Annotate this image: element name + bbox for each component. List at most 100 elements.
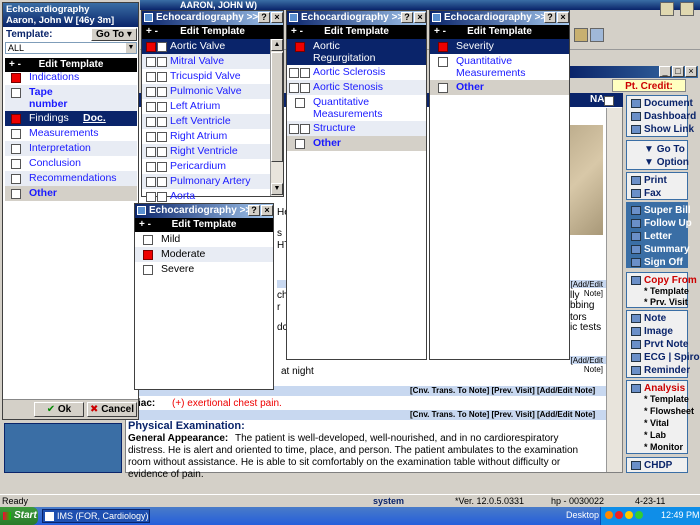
item-checkbox[interactable] <box>295 98 305 108</box>
list-item-conclusion[interactable]: Conclusion <box>5 156 137 171</box>
item-checkbox[interactable] <box>438 42 448 52</box>
close-button[interactable]: × <box>261 205 273 216</box>
item-checkbox[interactable] <box>157 72 167 82</box>
item-checkbox[interactable] <box>11 189 21 199</box>
sidebar-option[interactable]: ▼ Option <box>630 156 689 169</box>
add-edit-note-link[interactable]: [Add/Edit Note] <box>570 356 606 374</box>
item-checkbox[interactable] <box>146 132 156 142</box>
help-button[interactable]: ? <box>544 12 556 23</box>
sidebar-document[interactable]: Document <box>630 97 693 110</box>
sidebar-reminder[interactable]: Reminder <box>630 364 690 377</box>
doc-link[interactable]: Doc. <box>83 111 106 126</box>
taskbar-app-button[interactable]: IMS (FOR, Cardiology)... <box>42 509 150 523</box>
item-checkbox[interactable] <box>157 162 167 172</box>
item-checkbox[interactable] <box>289 124 299 134</box>
scroll-thumb[interactable] <box>271 52 283 162</box>
note-bar-links[interactable]: [Cnv. Trans. To Note] [Prev. Visit] [Add… <box>410 410 595 419</box>
sidebar-letter[interactable]: Letter <box>630 230 684 243</box>
item-checkbox[interactable] <box>157 192 167 202</box>
echo-window-2-scrollbar[interactable]: ▲ ▼ <box>270 39 283 196</box>
item-checkbox[interactable] <box>11 129 21 139</box>
item-checkbox[interactable] <box>11 114 21 124</box>
item-checkbox[interactable] <box>157 132 167 142</box>
close-button[interactable]: × <box>557 12 569 23</box>
item-checkbox[interactable] <box>146 102 156 112</box>
item-checkbox[interactable] <box>146 177 156 187</box>
item-checkbox[interactable] <box>11 88 21 98</box>
sidebar-sign-off[interactable]: Sign Off <box>630 256 684 269</box>
list-item-severe[interactable]: Severe <box>135 262 273 277</box>
sidebar-note[interactable]: Note <box>630 312 684 325</box>
cancel-button[interactable]: ✖ Cancel <box>87 402 137 417</box>
item-checkbox[interactable] <box>157 147 167 157</box>
maximize-button[interactable]: □ <box>672 66 684 77</box>
start-button[interactable]: Start <box>0 507 38 525</box>
help-button[interactable]: ? <box>258 12 270 23</box>
minimize-button[interactable]: _ <box>659 66 671 77</box>
list-item-other[interactable]: Other <box>430 80 569 95</box>
sidebar-follow-up[interactable]: Follow Up <box>630 217 692 230</box>
list-item-right-atrium[interactable]: Right Atrium <box>142 129 270 144</box>
item-checkbox[interactable] <box>146 192 156 202</box>
toolbar-icon[interactable] <box>574 28 588 42</box>
add-edit-note-link[interactable]: [Add/Edit Note] <box>570 280 606 298</box>
list-item-other[interactable]: Other <box>5 186 137 201</box>
list-item-tape-number[interactable]: Tape number <box>5 85 137 111</box>
sidebar-ecg-spiro[interactable]: ECG | Spiro <box>630 351 700 364</box>
item-checkbox[interactable] <box>146 42 156 52</box>
item-checkbox[interactable] <box>438 83 448 93</box>
list-item-findings[interactable]: Findings Doc. <box>5 111 137 126</box>
item-checkbox[interactable] <box>295 139 305 149</box>
goto-button[interactable]: Go To ▾ <box>91 28 137 41</box>
list-item-quantitative-measurements[interactable]: Quantitative Measurements <box>287 95 426 121</box>
item-checkbox[interactable] <box>157 117 167 127</box>
template-filter-select[interactable]: ALL ▼ <box>5 42 137 54</box>
item-checkbox[interactable] <box>289 83 299 93</box>
sidebar-copy-prv-visit[interactable]: * Prv. Visit <box>630 296 688 309</box>
tray-icon[interactable] <box>625 511 633 519</box>
item-checkbox[interactable] <box>146 57 156 67</box>
note-scrollbar[interactable] <box>606 108 622 472</box>
item-checkbox[interactable] <box>143 250 153 260</box>
item-checkbox[interactable] <box>295 42 305 52</box>
sidebar-analysis-monitor[interactable]: * Monitor <box>630 441 684 454</box>
scroll-up-icon[interactable]: ▲ <box>271 39 283 51</box>
sidebar-go-to[interactable]: ▼ Go To <box>630 143 685 156</box>
toolbar-icon[interactable] <box>590 28 604 42</box>
list-item-recommendations[interactable]: Recommendations <box>5 171 137 186</box>
sidebar-super-bill[interactable]: Super Bill <box>630 204 691 217</box>
item-checkbox[interactable] <box>146 147 156 157</box>
list-item-mitral-valve[interactable]: Mitral Valve <box>142 54 270 69</box>
list-item-interpretation[interactable]: Interpretation <box>5 141 137 156</box>
list-item-left-ventricle[interactable]: Left Ventricle <box>142 114 270 129</box>
list-item-aortic-stenosis[interactable]: Aortic Stenosis <box>287 80 426 95</box>
sidebar-image[interactable]: Image <box>630 325 684 338</box>
list-item-mild[interactable]: Mild <box>135 232 273 247</box>
list-item-other[interactable]: Other <box>287 136 426 151</box>
list-item-tricuspid-valve[interactable]: Tricuspid Valve <box>142 69 270 84</box>
item-checkbox[interactable] <box>146 87 156 97</box>
item-checkbox[interactable] <box>146 117 156 127</box>
sidebar-chdp[interactable]: CHDP <box>630 459 684 472</box>
list-item-pulmonary-artery[interactable]: Pulmonary Artery <box>142 174 270 189</box>
toolbar-icon[interactable] <box>680 2 694 16</box>
item-checkbox[interactable] <box>11 159 21 169</box>
sidebar-prvt-note[interactable]: Prvt Note <box>630 338 688 351</box>
item-checkbox[interactable] <box>146 162 156 172</box>
item-checkbox[interactable] <box>438 57 448 67</box>
item-checkbox[interactable] <box>157 177 167 187</box>
tray-icon[interactable] <box>635 511 643 519</box>
list-item-aortic-regurgitation[interactable]: Aortic Regurgitation <box>287 39 426 65</box>
item-checkbox[interactable] <box>157 87 167 97</box>
list-item-measurements[interactable]: Measurements <box>5 126 137 141</box>
na-checkbox[interactable] <box>604 96 614 106</box>
item-checkbox[interactable] <box>300 68 310 78</box>
item-checkbox[interactable] <box>300 83 310 93</box>
help-button[interactable]: ? <box>401 12 413 23</box>
list-item-pulmonic-valve[interactable]: Pulmonic Valve <box>142 84 270 99</box>
item-checkbox[interactable] <box>11 73 21 83</box>
list-item-severity[interactable]: Severity <box>430 39 569 54</box>
sidebar-summary[interactable]: Summary <box>630 243 690 256</box>
item-checkbox[interactable] <box>143 265 153 275</box>
item-checkbox[interactable] <box>11 144 21 154</box>
